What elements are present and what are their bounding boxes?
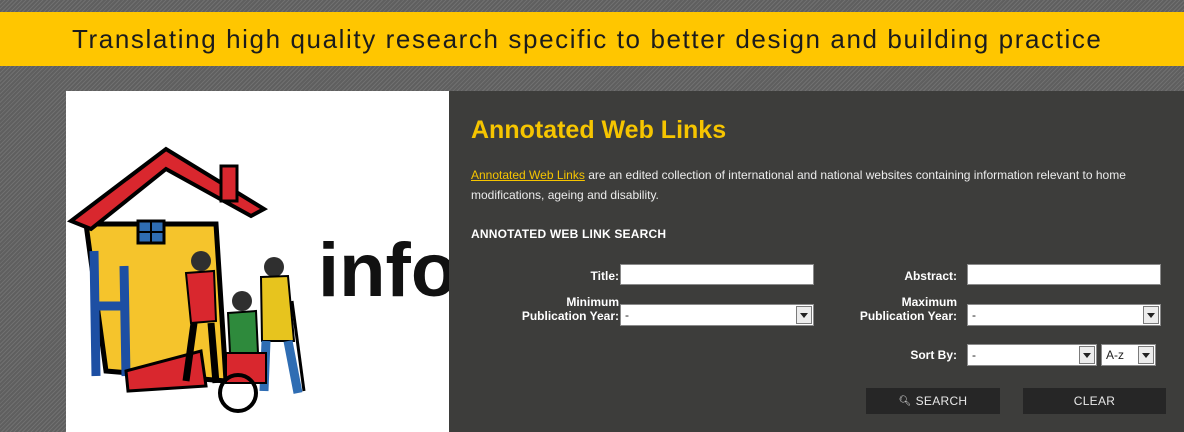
- min-year-select[interactable]: -: [620, 304, 814, 326]
- top-banner: Translating high quality research specif…: [0, 12, 1184, 66]
- sort-order-value: A-z: [1106, 348, 1124, 362]
- min-year-label-line1: Minimum: [566, 295, 619, 309]
- chevron-down-icon[interactable]: [1143, 306, 1159, 324]
- search-button[interactable]: 🔍︎ SEARCH: [866, 388, 1000, 414]
- sort-by-label: Sort By:: [910, 348, 957, 362]
- logo-text: info: [318, 228, 449, 313]
- max-year-label-line2: Publication Year:: [859, 309, 957, 323]
- title-label: Title:: [590, 269, 619, 283]
- max-year-select[interactable]: -: [967, 304, 1161, 326]
- page-title: Annotated Web Links: [471, 116, 727, 144]
- min-year-value: -: [625, 308, 629, 322]
- title-input[interactable]: [620, 264, 814, 285]
- sort-order-select[interactable]: A-z: [1101, 344, 1156, 366]
- chevron-down-icon[interactable]: [1079, 346, 1095, 364]
- search-icon: 🔍︎: [898, 395, 912, 407]
- min-year-label: Minimum Publication Year:: [469, 295, 619, 323]
- chevron-down-icon[interactable]: [1138, 346, 1154, 364]
- sort-by-value: -: [972, 348, 976, 362]
- clear-button-label: CLEAR: [1073, 394, 1116, 408]
- abstract-label: Abstract:: [904, 269, 957, 283]
- home-info-logo-image: info: [66, 146, 449, 413]
- clear-button[interactable]: CLEAR: [1023, 388, 1166, 414]
- max-year-label-line1: Maximum: [901, 295, 957, 309]
- max-year-label: Maximum Publication Year:: [809, 295, 957, 323]
- intro-paragraph: Annotated Web Links are an edited collec…: [471, 165, 1161, 205]
- search-button-label: SEARCH: [915, 394, 968, 408]
- logo: info: [66, 91, 449, 432]
- min-year-label-line2: Publication Year:: [521, 309, 619, 323]
- abstract-input[interactable]: [967, 264, 1161, 285]
- tagline: Translating high quality research specif…: [72, 24, 1103, 54]
- max-year-value: -: [972, 308, 976, 322]
- search-heading: ANNOTATED WEB LINK SEARCH: [471, 227, 667, 241]
- content-panel: Annotated Web Links Annotated Web Links …: [449, 91, 1184, 432]
- annotated-web-links-link[interactable]: Annotated Web Links: [471, 168, 585, 182]
- sort-by-select[interactable]: -: [967, 344, 1097, 366]
